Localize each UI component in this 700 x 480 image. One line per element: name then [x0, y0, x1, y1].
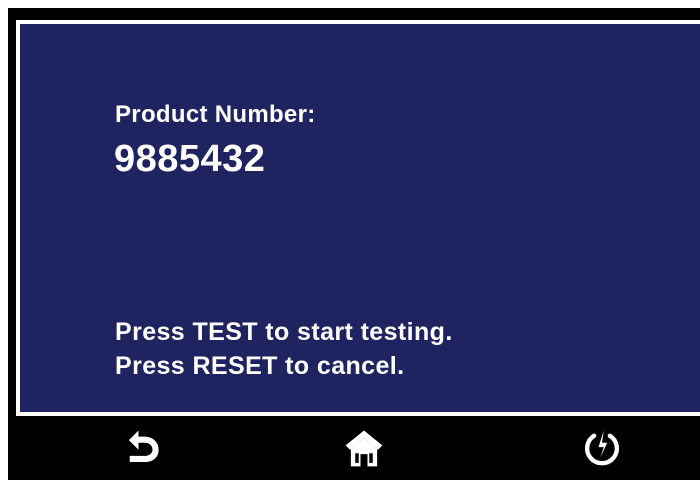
instruction-test: Press TEST to start testing.	[115, 318, 453, 346]
home-button[interactable]	[340, 424, 388, 472]
display-screen: Product Number: 9885432 Press TEST to st…	[20, 24, 700, 412]
nav-bar	[16, 416, 700, 480]
back-button[interactable]	[118, 424, 166, 472]
power-icon	[584, 430, 620, 466]
device-bezel: Product Number: 9885432 Press TEST to st…	[8, 8, 700, 480]
home-icon	[345, 430, 383, 467]
product-number-label: Product Number:	[115, 101, 316, 128]
back-arrow-icon	[128, 430, 159, 462]
instruction-reset: Press RESET to cancel.	[115, 352, 405, 380]
screen-frame: Product Number: 9885432 Press TEST to st…	[16, 20, 700, 416]
power-button[interactable]	[578, 424, 626, 472]
product-number-value: 9885432	[114, 138, 266, 180]
